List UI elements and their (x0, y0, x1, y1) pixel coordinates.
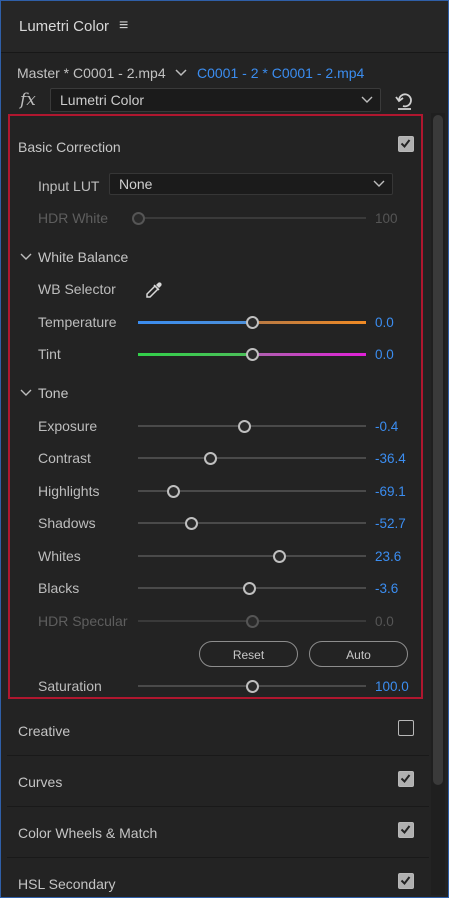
tone-header[interactable]: Tone (38, 385, 68, 401)
highlights-value[interactable]: -69.1 (375, 484, 406, 499)
fx-icon[interactable]: fx (20, 90, 36, 110)
saturation-label: Saturation (38, 678, 102, 694)
checkmark-icon (400, 876, 411, 886)
hsl-secondary-header[interactable]: HSL Secondary (18, 876, 116, 892)
input-lut-label: Input LUT (38, 178, 100, 194)
hdr-specular-slider-thumb (245, 615, 259, 628)
eyedropper-icon[interactable] (144, 280, 164, 300)
chevron-down-icon (361, 96, 373, 103)
saturation-value[interactable]: 100.0 (375, 679, 409, 694)
input-lut-value: None (119, 176, 153, 192)
chevron-down-icon[interactable] (20, 387, 32, 399)
whites-value[interactable]: 23.6 (375, 549, 401, 564)
basic-correction-section (8, 114, 423, 699)
highlights-label: Highlights (38, 483, 100, 499)
shadows-value[interactable]: -52.7 (375, 516, 406, 531)
hdr-specular-value: 0.0 (375, 614, 394, 629)
hsl-secondary-checkbox[interactable] (398, 873, 414, 889)
panel-title: Lumetri Color (19, 18, 110, 35)
temperature-label: Temperature (38, 314, 117, 330)
tint-label: Tint (38, 346, 61, 362)
input-lut-dropdown[interactable]: None (109, 173, 393, 195)
hdr-white-value: 100 (375, 211, 398, 226)
tint-slider-thumb[interactable] (245, 348, 259, 361)
contrast-label: Contrast (38, 450, 91, 466)
reset-button[interactable]: Reset (199, 641, 298, 667)
basic-correction-checkbox[interactable] (398, 136, 414, 152)
creative-header[interactable]: Creative (18, 723, 70, 739)
tint-value[interactable]: 0.0 (375, 347, 394, 362)
saturation-slider-thumb[interactable] (245, 680, 259, 693)
exposure-slider-track[interactable] (138, 425, 366, 427)
auto-button[interactable]: Auto (309, 641, 408, 667)
sequence-clip-tab[interactable]: C0001 - 2 * C0001 - 2.mp4 (197, 65, 364, 81)
reset-effect-icon[interactable] (395, 91, 415, 111)
master-clip-tab[interactable]: Master * C0001 - 2.mp4 (17, 65, 166, 81)
hdr-white-slider-thumb (131, 212, 145, 225)
exposure-label: Exposure (38, 418, 98, 434)
effect-row: fx Lumetri Color (1, 87, 431, 115)
shadows-label: Shadows (38, 515, 96, 531)
chevron-down-icon[interactable] (173, 65, 189, 81)
white-balance-header[interactable]: White Balance (38, 249, 128, 265)
whites-slider-track[interactable] (138, 555, 366, 557)
hdr-white-slider-track (138, 217, 366, 219)
highlights-slider-thumb[interactable] (166, 485, 180, 498)
panel-title-bar: Lumetri Color ≡ (1, 1, 448, 53)
curves-section[interactable]: Curves (7, 756, 429, 807)
curves-header[interactable]: Curves (18, 774, 62, 790)
basic-correction-header[interactable]: Basic Correction (18, 139, 121, 155)
chevron-down-icon (373, 180, 385, 187)
clip-selector-row: Master * C0001 - 2.mp4 C0001 - 2 * C0001… (1, 59, 431, 89)
scrollbar-thumb[interactable] (433, 115, 443, 785)
whites-label: Whites (38, 548, 81, 564)
color-wheels-header[interactable]: Color Wheels & Match (18, 825, 157, 841)
temperature-slider-thumb[interactable] (245, 316, 259, 329)
effect-dropdown[interactable]: Lumetri Color (50, 88, 381, 112)
exposure-value[interactable]: -0.4 (375, 419, 398, 434)
creative-section[interactable]: Creative (7, 705, 429, 756)
contrast-value[interactable]: -36.4 (375, 451, 406, 466)
checkmark-icon (400, 825, 411, 835)
checkmark-icon (400, 139, 411, 149)
blacks-value[interactable]: -3.6 (375, 581, 398, 596)
blacks-label: Blacks (38, 580, 80, 596)
shadows-slider-track[interactable] (138, 522, 366, 524)
creative-checkbox[interactable] (398, 720, 414, 736)
temperature-value[interactable]: 0.0 (375, 315, 394, 330)
lumetri-color-panel: Lumetri Color ≡ Master * C0001 - 2.mp4 C… (0, 0, 449, 898)
color-wheels-checkbox[interactable] (398, 822, 414, 838)
hsl-secondary-section[interactable]: HSL Secondary (7, 858, 429, 897)
panel-menu-icon[interactable]: ≡ (119, 18, 128, 34)
hdr-white-label: HDR White (38, 210, 109, 226)
effect-dropdown-value: Lumetri Color (60, 92, 145, 108)
wb-selector-label: WB Selector (38, 281, 116, 297)
exposure-slider-thumb[interactable] (237, 420, 251, 433)
hdr-specular-label: HDR Specular (38, 613, 128, 629)
chevron-down-icon[interactable] (20, 251, 32, 263)
curves-checkbox[interactable] (398, 771, 414, 787)
shadows-slider-thumb[interactable] (185, 517, 199, 530)
checkmark-icon (400, 774, 411, 784)
whites-slider-thumb[interactable] (272, 550, 286, 563)
contrast-slider-track[interactable] (138, 457, 366, 459)
color-wheels-section[interactable]: Color Wheels & Match (7, 807, 429, 858)
